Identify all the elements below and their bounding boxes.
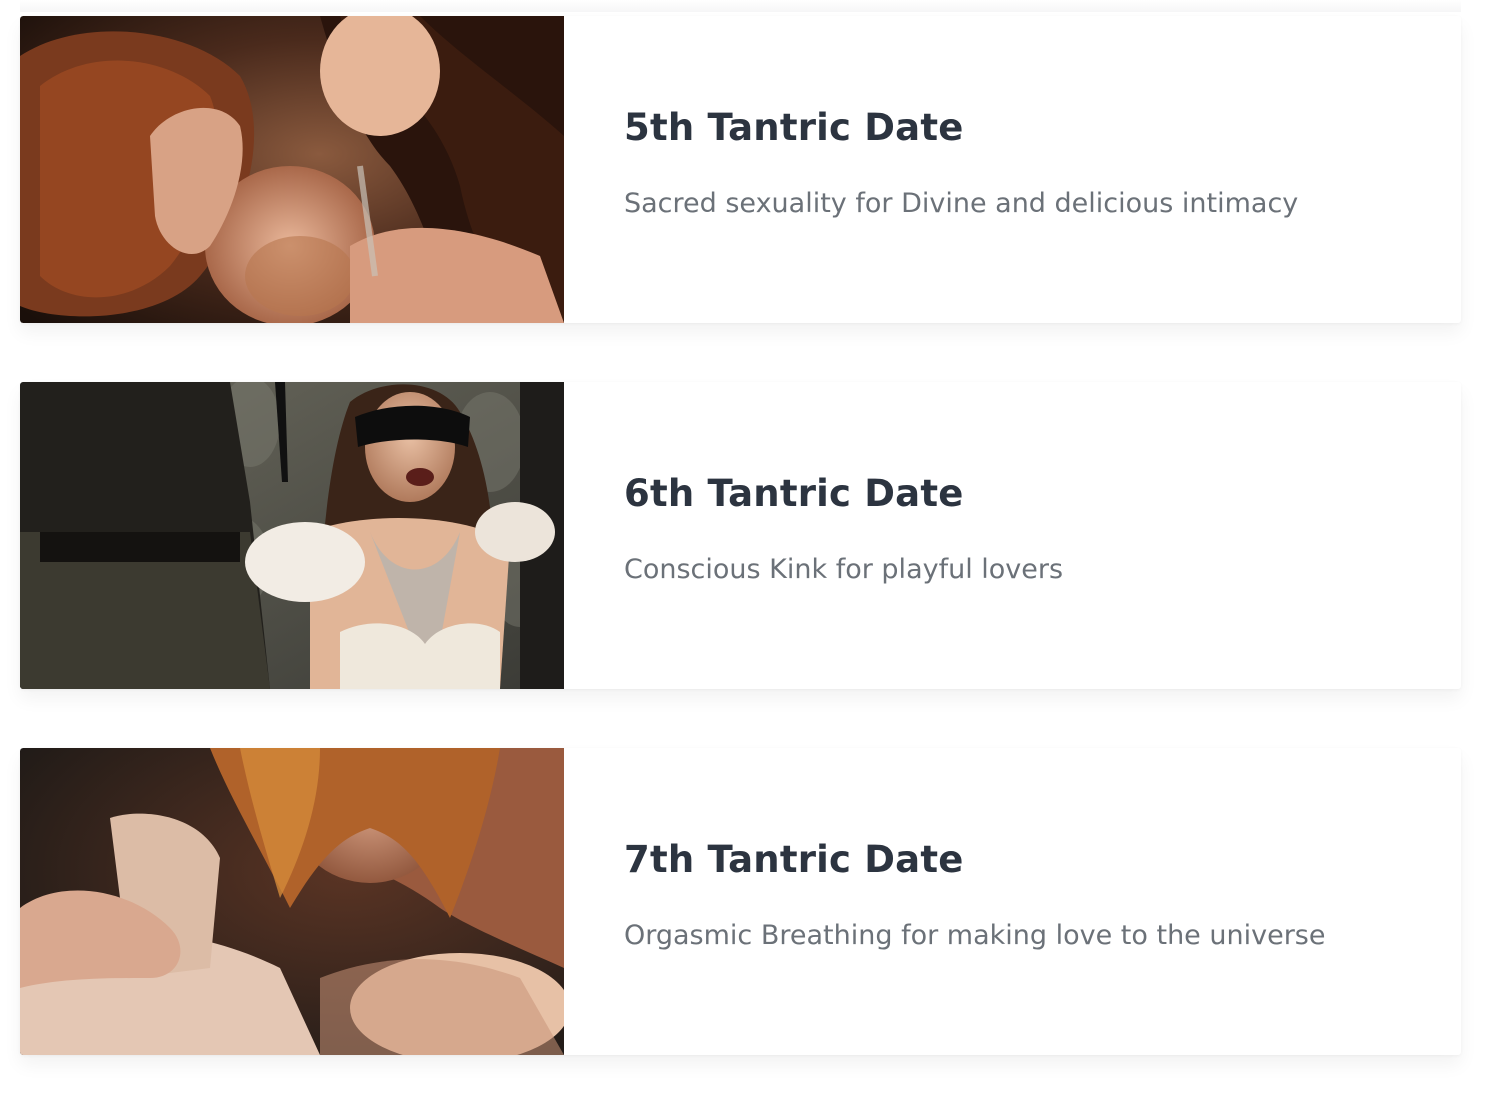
- date-card-6[interactable]: 6th Tantric Date Conscious Kink for play…: [20, 382, 1461, 689]
- date-card-list: 5th Tantric Date Sacred sexuality for Di…: [20, 16, 1461, 1114]
- card-content: 6th Tantric Date Conscious Kink for play…: [564, 382, 1461, 689]
- card-content: 5th Tantric Date Sacred sexuality for Di…: [564, 16, 1461, 323]
- card-subtitle: Sacred sexuality for Divine and deliciou…: [624, 188, 1299, 219]
- card-content: 7th Tantric Date Orgasmic Breathing for …: [564, 748, 1461, 1055]
- card-title[interactable]: 5th Tantric Date: [624, 104, 1461, 152]
- date-card-5[interactable]: 5th Tantric Date Sacred sexuality for Di…: [20, 16, 1461, 323]
- date-card-7[interactable]: 7th Tantric Date Orgasmic Breathing for …: [20, 748, 1461, 1055]
- couple-embrace-photo[interactable]: [20, 16, 564, 323]
- card-subtitle: Conscious Kink for playful lovers: [624, 554, 1064, 585]
- card-title[interactable]: 6th Tantric Date: [624, 470, 1461, 518]
- card-subtitle: Orgasmic Breathing for making love to th…: [624, 920, 1326, 951]
- couple-breathing-photo[interactable]: [20, 748, 564, 1055]
- blindfolded-woman-photo[interactable]: [20, 382, 564, 689]
- top-edge: [20, 0, 1461, 12]
- card-title[interactable]: 7th Tantric Date: [624, 836, 1461, 884]
